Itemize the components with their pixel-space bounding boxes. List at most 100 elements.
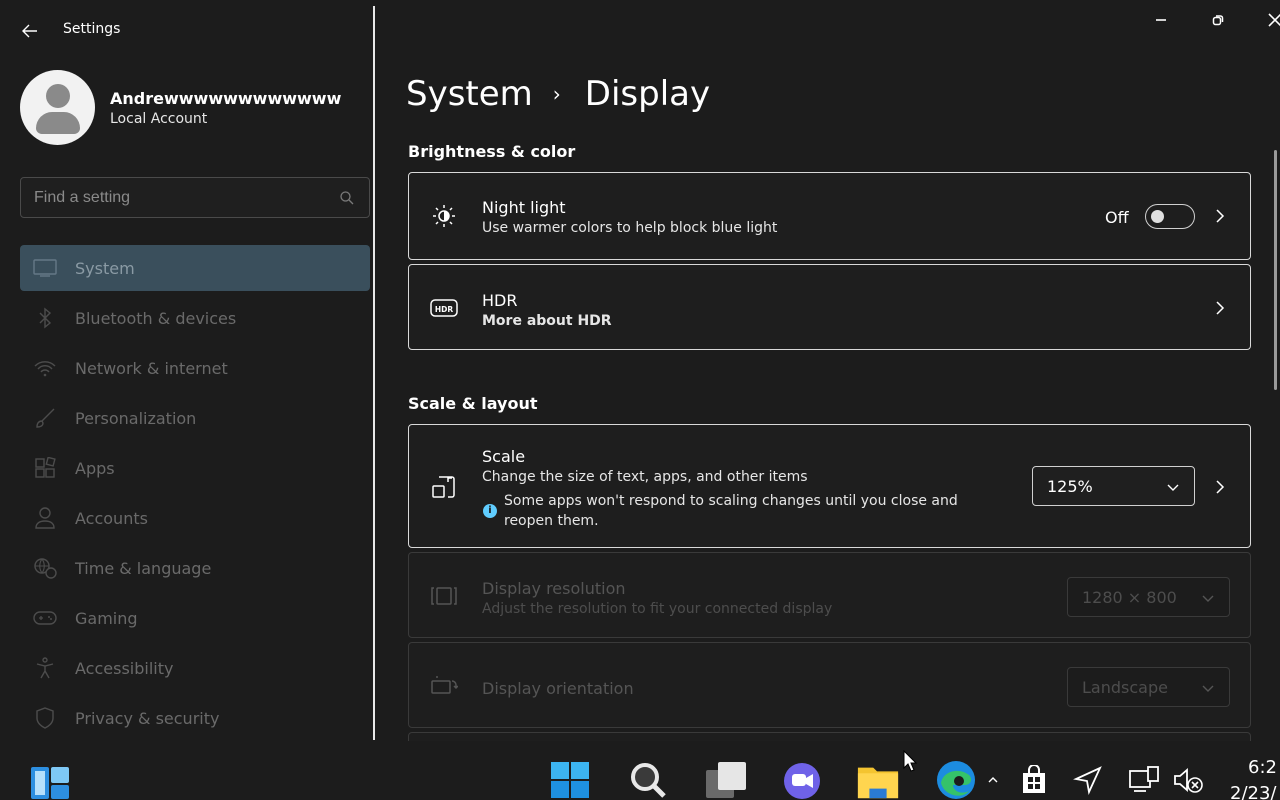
back-button[interactable] bbox=[14, 18, 46, 44]
display-resolution-subtitle: Adjust the resolution to fit your connec… bbox=[482, 601, 833, 617]
search-input[interactable] bbox=[34, 187, 334, 209]
brush-icon bbox=[32, 406, 58, 430]
minimize-icon bbox=[1156, 19, 1166, 21]
sidebar-item-privacy[interactable]: Privacy & security bbox=[20, 695, 370, 741]
sidebar-item-label: Bluetooth & devices bbox=[75, 309, 237, 328]
svg-text:HDR: HDR bbox=[435, 305, 454, 314]
restore-button[interactable] bbox=[1205, 8, 1231, 32]
sidebar: Settings Andrewwwwwwwwwwww Local Account… bbox=[0, 0, 374, 741]
sidebar-item-label: Personalization bbox=[75, 409, 197, 428]
breadcrumb-separator: › bbox=[552, 82, 561, 106]
vertical-scrollbar[interactable] bbox=[1274, 150, 1277, 390]
sidebar-item-time-language[interactable]: Time & language bbox=[20, 545, 370, 591]
orientation-dropdown-value: Landscape bbox=[1082, 678, 1168, 697]
wifi-icon bbox=[32, 356, 58, 380]
display-orientation-card: Display orientation Landscape bbox=[408, 642, 1251, 728]
widgets-icon bbox=[31, 767, 69, 799]
chevron-right-icon[interactable] bbox=[1212, 300, 1228, 316]
hdr-more-link[interactable]: More about HDR bbox=[482, 313, 612, 329]
minimize-button[interactable] bbox=[1148, 8, 1174, 32]
sidebar-item-label: System bbox=[75, 259, 135, 278]
show-hidden-icons-button[interactable] bbox=[984, 759, 1002, 800]
widgets-button[interactable] bbox=[28, 761, 72, 800]
profile-account-type: Local Account bbox=[110, 111, 208, 127]
task-view-icon bbox=[706, 762, 746, 798]
sidebar-item-network[interactable]: Network & internet bbox=[20, 345, 370, 391]
location-button[interactable] bbox=[1066, 759, 1110, 800]
breadcrumb-parent[interactable]: System bbox=[406, 74, 533, 114]
sidebar-nav: System Bluetooth & devices Network & int… bbox=[20, 245, 370, 745]
search-taskbar-button[interactable] bbox=[626, 759, 670, 800]
chevron-right-icon[interactable] bbox=[1212, 208, 1228, 224]
sidebar-item-gaming[interactable]: Gaming bbox=[20, 595, 370, 641]
edge-icon bbox=[937, 761, 975, 799]
folder-icon bbox=[857, 767, 899, 799]
sidebar-item-system[interactable]: System bbox=[20, 245, 370, 291]
start-button[interactable] bbox=[548, 759, 592, 800]
sidebar-item-accounts[interactable]: Accounts bbox=[20, 495, 370, 541]
apps-icon bbox=[32, 456, 58, 480]
resolution-dropdown-value: 1280 × 800 bbox=[1082, 588, 1177, 607]
info-icon: i bbox=[483, 504, 497, 518]
scale-info-text: Some apps won't respond to scaling chang… bbox=[504, 493, 958, 529]
sidebar-item-apps[interactable]: Apps bbox=[20, 445, 370, 491]
scale-dropdown[interactable]: 125% bbox=[1032, 466, 1195, 506]
night-light-subtitle: Use warmer colors to help block blue lig… bbox=[482, 220, 778, 236]
app-title: Settings bbox=[63, 21, 121, 37]
edge-browser-button[interactable] bbox=[934, 759, 978, 800]
sidebar-item-bluetooth[interactable]: Bluetooth & devices bbox=[20, 295, 370, 341]
sidebar-item-label: Time & language bbox=[75, 559, 212, 578]
file-explorer-button[interactable] bbox=[856, 759, 900, 800]
sidebar-item-label: Accessibility bbox=[75, 659, 174, 678]
windows-logo-icon bbox=[551, 762, 589, 798]
breadcrumb: System › Display bbox=[406, 74, 710, 114]
restore-icon bbox=[1212, 15, 1224, 26]
page-title: Display bbox=[584, 74, 711, 114]
bluetooth-icon bbox=[32, 306, 58, 330]
section-title-brightness: Brightness & color bbox=[408, 142, 576, 161]
sidebar-divider bbox=[373, 6, 375, 740]
scale-card[interactable]: Scale Change the size of text, apps, and… bbox=[408, 424, 1251, 548]
location-arrow-icon bbox=[1073, 766, 1102, 795]
sidebar-item-label: Accounts bbox=[75, 509, 148, 528]
scale-subtitle: Change the size of text, apps, and other… bbox=[482, 469, 808, 485]
night-light-state-label: Off bbox=[1105, 208, 1129, 227]
clock-time[interactable]: 6:2 bbox=[1248, 757, 1277, 778]
display-resolution-title: Display resolution bbox=[482, 579, 626, 598]
shield-icon bbox=[32, 706, 58, 730]
display-resolution-card: Display resolution Adjust the resolution… bbox=[408, 552, 1251, 638]
close-button[interactable] bbox=[1262, 8, 1280, 32]
chevron-down-icon bbox=[1167, 484, 1179, 491]
sidebar-item-accessibility[interactable]: Accessibility bbox=[20, 645, 370, 691]
avatar bbox=[20, 70, 95, 145]
orientation-dropdown: Landscape bbox=[1067, 667, 1230, 707]
sidebar-item-personalization[interactable]: Personalization bbox=[20, 395, 370, 441]
monitor-icon bbox=[32, 256, 58, 280]
hdr-card[interactable]: HDR HDR More about HDR bbox=[408, 264, 1251, 350]
resolution-icon bbox=[429, 581, 459, 611]
night-light-icon bbox=[429, 201, 459, 231]
sidebar-item-label: Privacy & security bbox=[75, 709, 220, 728]
sidebar-item-label: Gaming bbox=[75, 609, 138, 628]
task-view-button[interactable] bbox=[704, 759, 748, 800]
display-orientation-title: Display orientation bbox=[482, 679, 634, 698]
night-light-card[interactable]: Night light Use warmer colors to help bl… bbox=[408, 172, 1251, 260]
gamepad-icon bbox=[32, 606, 58, 630]
store-button[interactable] bbox=[1012, 759, 1056, 800]
hdr-title: HDR bbox=[482, 291, 518, 310]
chevron-right-icon[interactable] bbox=[1212, 479, 1228, 495]
night-light-toggle[interactable] bbox=[1145, 204, 1195, 229]
teams-chat-button[interactable] bbox=[780, 759, 824, 800]
volume-button[interactable] bbox=[1166, 759, 1210, 800]
clock-date[interactable]: 2/23/ bbox=[1230, 783, 1277, 800]
profile-card[interactable]: Andrewwwwwwwwwwww Local Account bbox=[20, 70, 360, 146]
search-box bbox=[20, 177, 370, 218]
chevron-up-icon bbox=[988, 777, 998, 783]
mouse-cursor-icon bbox=[903, 750, 917, 772]
back-arrow-icon bbox=[22, 24, 37, 38]
chevron-down-icon bbox=[1202, 685, 1214, 692]
volume-muted-icon bbox=[1174, 768, 1203, 793]
search-icon[interactable] bbox=[339, 190, 355, 206]
network-display-icon bbox=[1129, 766, 1159, 792]
network-button[interactable] bbox=[1122, 759, 1166, 800]
